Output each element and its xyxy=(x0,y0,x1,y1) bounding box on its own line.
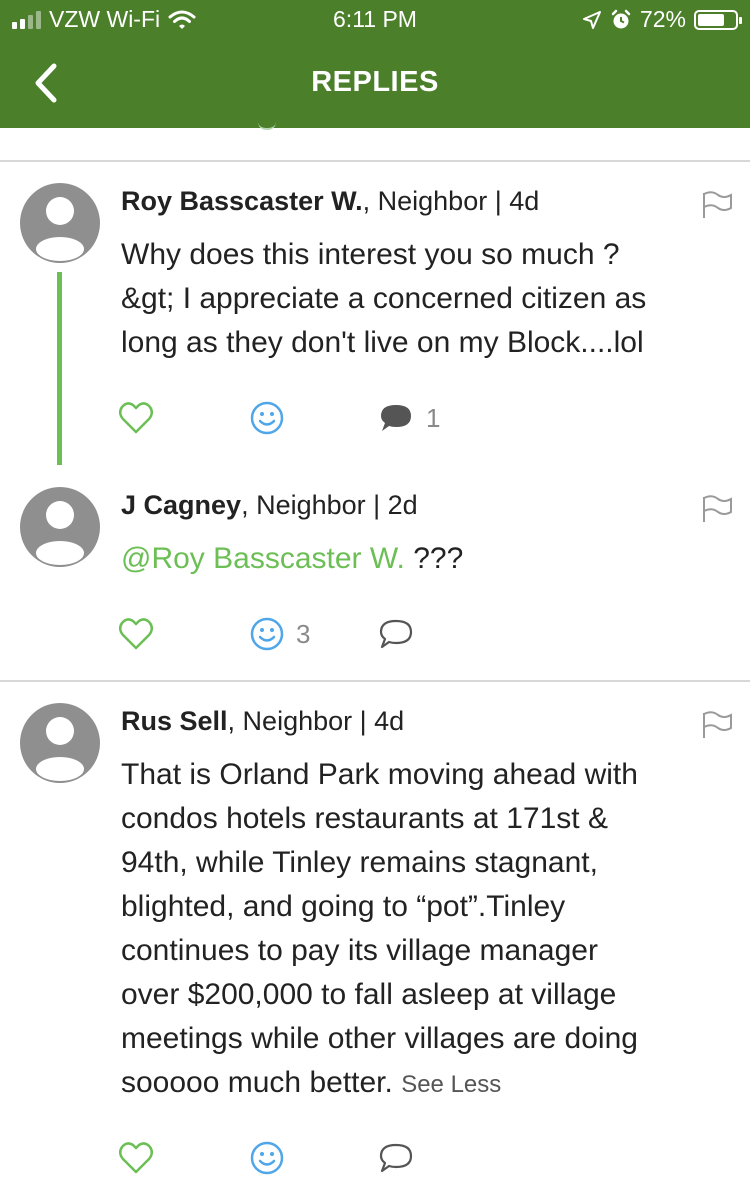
post-line: &gt; I appreciate a concerned citizen as xyxy=(121,282,647,315)
smiley-icon xyxy=(250,617,284,651)
comment-button[interactable]: 1 xyxy=(378,398,440,438)
post-line: condos hotels restaurants at 171st & xyxy=(121,802,608,835)
like-button[interactable] xyxy=(118,398,154,438)
location-arrow-icon xyxy=(582,10,601,29)
post-line: long as they don't live on my Block....l… xyxy=(121,326,644,359)
user-mention[interactable]: @Roy Basscaster W. xyxy=(121,542,405,575)
flag-icon[interactable] xyxy=(700,494,734,524)
author-name[interactable]: Roy Basscaster W. xyxy=(121,186,363,216)
see-less-link[interactable]: See Less xyxy=(401,1071,501,1098)
flag-icon[interactable] xyxy=(700,190,734,220)
reaction-button[interactable]: 3 xyxy=(250,614,310,654)
author-name[interactable]: Rus Sell xyxy=(121,706,228,736)
post-line: That is Orland Park moving ahead with xyxy=(121,758,638,791)
author-meta: , Neighbor | 4d xyxy=(362,186,540,216)
post-line: Why does this interest you so much ? xyxy=(121,238,620,271)
avatar[interactable] xyxy=(20,183,100,263)
author-line: J Cagney, Neighbor | 2d xyxy=(121,490,418,521)
status-bar: VZW Wi-Fi 6:11 PM 72% xyxy=(0,0,750,40)
post-body: Why does this interest you so much ? &gt… xyxy=(121,233,731,365)
comment-outline-icon xyxy=(379,1143,413,1173)
avatar[interactable] xyxy=(20,487,100,567)
app-header: VZW Wi-Fi 6:11 PM 72% REPLIES xyxy=(0,0,750,128)
post-line: over $200,000 to fall asleep at village xyxy=(121,978,617,1011)
post-actions: 1 xyxy=(118,398,518,438)
nav-bar: REPLIES xyxy=(0,46,750,122)
battery-icon xyxy=(694,9,742,30)
reaction-button[interactable] xyxy=(250,398,284,438)
post-line: sooooo much better. xyxy=(121,1066,393,1099)
avatar[interactable] xyxy=(20,703,100,783)
post-body: @Roy Basscaster W. ??? xyxy=(121,537,731,581)
post-line: meetings while other villages are doing xyxy=(121,1022,638,1055)
default-user-icon xyxy=(36,197,84,261)
smiley-icon xyxy=(250,401,284,435)
author-line: Rus Sell, Neighbor | 4d xyxy=(121,706,404,737)
author-name[interactable]: J Cagney xyxy=(121,490,241,520)
status-right: 72% xyxy=(582,6,742,33)
author-line: Roy Basscaster W., Neighbor | 4d xyxy=(121,186,539,217)
reaction-button[interactable] xyxy=(250,1138,284,1178)
alarm-icon xyxy=(611,9,631,28)
post-actions: 3 xyxy=(118,614,518,654)
reaction-count: 3 xyxy=(296,618,311,649)
page-title: REPLIES xyxy=(311,66,439,98)
scroll-remnant-arc xyxy=(258,122,276,130)
post-line-last: sooooo much better. See Less xyxy=(121,1061,731,1107)
comment-button[interactable] xyxy=(378,614,414,654)
battery-percent: 72% xyxy=(639,6,686,32)
comment-filled-icon xyxy=(381,405,411,431)
default-user-icon xyxy=(36,501,84,565)
post-body: That is Orland Park moving ahead with co… xyxy=(121,753,731,1107)
default-user-icon xyxy=(36,717,84,781)
like-button[interactable] xyxy=(118,614,154,654)
flag-icon[interactable] xyxy=(700,710,734,740)
post-line: 94th, while Tinley remains stagnant, xyxy=(121,846,598,879)
author-meta: , Neighbor | 2d xyxy=(241,490,418,520)
like-button[interactable] xyxy=(118,1138,154,1178)
divider xyxy=(0,680,750,682)
comment-button[interactable] xyxy=(378,1138,414,1178)
post-text: ??? xyxy=(404,542,464,575)
post-line: blighted, and going to “pot”.Tinley xyxy=(121,890,566,923)
heart-icon xyxy=(119,1142,153,1174)
heart-icon xyxy=(119,402,153,434)
smiley-icon xyxy=(250,1141,284,1175)
author-meta: , Neighbor | 4d xyxy=(227,706,405,736)
comment-outline-icon xyxy=(379,619,413,649)
post-actions xyxy=(118,1138,518,1178)
post-line: continues to pay its village manager xyxy=(121,934,598,967)
comment-count: 1 xyxy=(426,402,441,433)
thread-connector-line xyxy=(57,272,62,465)
divider xyxy=(0,160,750,162)
heart-icon xyxy=(119,618,153,650)
